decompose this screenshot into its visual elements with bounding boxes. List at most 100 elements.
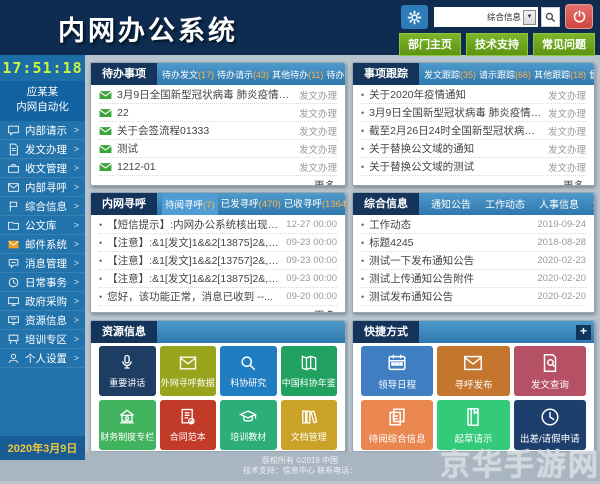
nav-faq-button[interactable]: 常见问题 <box>533 33 595 56</box>
comment-icon <box>7 124 20 137</box>
tile-contract-template[interactable]: 合同范本 <box>160 400 217 450</box>
add-shortcut-button[interactable]: + <box>576 325 591 340</box>
search-button[interactable] <box>541 7 560 27</box>
panel-resources: 资源信息 重要讲话 外网寻呼数据 科协研究 中国科协年鉴 财务制度专栏 合同范本 <box>90 320 346 452</box>
sidebar-item-resource-info[interactable]: 资源信息 > <box>0 311 85 330</box>
tab-todo-supervise[interactable]: 待办督办(1) <box>326 68 345 81</box>
tab-track-request[interactable]: 请示跟踪(66) <box>479 68 531 81</box>
tile-external-paging-data[interactable]: 外网寻呼数据 <box>160 346 217 396</box>
sidebar-item-gov-procurement[interactable]: 政府采购 > <box>0 292 85 311</box>
list-item[interactable]: 测试上传通知公告附件 2020-02-20 <box>361 270 586 288</box>
list-item[interactable]: 【注意】:&1[发文]1&&2[13875]2&,流程... 09-23 00:… <box>99 234 337 252</box>
item-category: 发文办理 <box>548 142 586 156</box>
watermark: 京华手游网 <box>440 440 600 484</box>
nav-tech-support-button[interactable]: 技术支持 <box>466 33 528 56</box>
item-category: 发文办理 <box>548 160 586 174</box>
nav-dept-home-button[interactable]: 部门主页 <box>399 33 461 56</box>
sidebar-item-personal-settings[interactable]: 个人设置 > <box>0 349 85 368</box>
docs-icon <box>386 406 408 428</box>
list-item[interactable]: 【注意】:&1[发文]1&&2[13875]2&,流程... 09-23 00:… <box>99 270 337 288</box>
logout-button[interactable] <box>565 4 593 29</box>
user-dept: 内网自动化 <box>0 100 85 115</box>
tile-doc-query[interactable]: 发文查询 <box>514 346 586 396</box>
tab-track-supervise[interactable]: 督办跟踪(2) <box>589 68 594 81</box>
item-title: 3月9日全国新型冠状病毒 肺炎疫情最... <box>117 87 293 102</box>
list-item[interactable]: 标题4245 2018-08-28 <box>361 234 586 252</box>
item-time: 09-23 00:00 <box>286 273 337 284</box>
list-item[interactable]: 【注意】:&1[发文]1&&2[13757]2&,流程... 09-23 00:… <box>99 252 337 270</box>
tile-paging-publish[interactable]: 寻呼发布 <box>437 346 509 396</box>
search-input[interactable] <box>436 9 487 25</box>
graduation-icon <box>238 407 258 427</box>
more-link[interactable]: 更多 <box>91 306 345 313</box>
tile-research[interactable]: 科协研究 <box>220 346 277 396</box>
settings-button[interactable] <box>401 5 428 29</box>
list-item[interactable]: 测试发布通知公告 2020-02-20 <box>361 288 586 306</box>
tab-info-hr[interactable]: 人事信息 <box>539 196 579 211</box>
tab-page-received[interactable]: 已收寻呼(1364) <box>284 196 345 210</box>
list-item[interactable]: 关于2020年疫情通知 发文办理 <box>361 86 586 104</box>
user-name: 应某某 <box>0 85 85 100</box>
tab-todo-send[interactable]: 待办发文(17) <box>162 68 214 81</box>
list-item[interactable]: 您好，该功能正常，消息已收到 --... 09-20 00:00 <box>99 288 337 306</box>
tab-todo-other[interactable]: 其他待办(11) <box>272 68 323 81</box>
chevron-right-icon: > <box>74 353 79 363</box>
sidebar-item-daily-affairs[interactable]: 日常事务 > <box>0 273 85 292</box>
sidebar-item-paging[interactable]: 内部寻呼 > <box>0 178 85 197</box>
item-category: 发文办理 <box>548 106 586 120</box>
tile-important-speeches[interactable]: 重要讲话 <box>99 346 156 396</box>
panel-shortcuts-header: 快捷方式 + <box>353 321 594 343</box>
tab-track-other[interactable]: 其他跟踪(18) <box>534 68 586 81</box>
tile-unread-info[interactable]: 待阅综合信息 <box>361 400 433 450</box>
list-item[interactable]: 关于替换公文域的通知 发文办理 <box>361 140 586 158</box>
list-item[interactable]: 截至2月26日24时全国新型冠状病毒 肺... 发文办理 <box>361 122 586 140</box>
sidebar-item-general-info[interactable]: 综合信息 > <box>0 197 85 216</box>
computer-icon <box>7 295 20 308</box>
search-category-select[interactable]: 综合信息 <box>487 11 521 23</box>
sidebar-item-mail-system[interactable]: 邮件系统 > <box>0 235 85 254</box>
list-item[interactable]: 【短信提示】:内网办公系统核出现短信发... 12-27 00:00 <box>99 216 337 234</box>
sidebar-item-training-zone[interactable]: 培训专区 > <box>0 330 85 349</box>
item-category: 发文办理 <box>299 124 337 138</box>
tab-todo-request[interactable]: 待办请示(43) <box>217 68 269 81</box>
item-title: 【注意】:&1[发文]1&&2[13757]2&,流程... <box>107 253 280 268</box>
item-title: 测试 <box>117 141 293 156</box>
chevron-right-icon: > <box>74 201 79 211</box>
tile-training-materials[interactable]: 培训教材 <box>220 400 277 450</box>
tile-finance-rules[interactable]: 财务制度专栏 <box>99 400 156 450</box>
contract-icon <box>178 407 198 427</box>
sidebar-item-doc-send[interactable]: 发文办理 > <box>0 140 85 159</box>
chevron-down-icon[interactable]: ▼ <box>523 10 536 25</box>
sidebar-item-internal-request[interactable]: 内部请示 > <box>0 121 85 140</box>
list-item[interactable]: 关于会签流程01333 发文办理 <box>99 122 337 140</box>
folder-icon <box>7 219 20 232</box>
list-item[interactable]: 1212-01 发文办理 <box>99 158 337 176</box>
tab-page-sent[interactable]: 已发寻呼(470) <box>221 196 281 210</box>
tile-doc-management[interactable]: 文档管理 <box>281 400 338 450</box>
list-item[interactable]: 测试 发文办理 <box>99 140 337 158</box>
tab-page-unread[interactable]: 待阅寻呼(7) <box>162 194 218 215</box>
list-item[interactable]: 3月9日全国新型冠状病毒 肺炎疫情最... 发文办理 <box>361 104 586 122</box>
tab-info-party[interactable]: 党建园地 <box>593 196 594 211</box>
list-item[interactable]: 关于替换公文域的测试 发文办理 <box>361 158 586 176</box>
item-title: 关于会签流程01333 <box>117 123 293 138</box>
list-item[interactable]: 工作动态 2019-09-24 <box>361 216 586 234</box>
chevron-right-icon: > <box>74 182 79 192</box>
tab-info-work[interactable]: 工作动态 <box>485 196 525 211</box>
more-link[interactable]: 更多 <box>353 176 594 186</box>
list-item[interactable]: 测试一下发布通知公告 2020-02-23 <box>361 252 586 270</box>
sidebar-item-messages[interactable]: 消息管理 > <box>0 254 85 273</box>
list-item[interactable]: 3月9日全国新型冠状病毒 肺炎疫情最... 发文办理 <box>99 86 337 104</box>
item-category: 发文办理 <box>299 106 337 120</box>
sidebar-item-doc-receive[interactable]: 收文管理 > <box>0 159 85 178</box>
tile-leader-schedule[interactable]: 领导日程 <box>361 346 433 396</box>
item-category: 发文办理 <box>299 160 337 174</box>
tab-track-send[interactable]: 发文跟踪(35) <box>424 68 476 81</box>
tab-info-notices[interactable]: 通知公告 <box>431 196 471 211</box>
chevron-right-icon: > <box>74 239 79 249</box>
list-item[interactable]: 22 发文办理 <box>99 104 337 122</box>
more-link[interactable]: 更多 <box>91 176 345 186</box>
tile-yearbook[interactable]: 中国科协年鉴 <box>281 346 338 396</box>
panel-tabs: 待阅寻呼(7) 已发寻呼(470) 已收寻呼(1364) <box>157 194 345 215</box>
sidebar-item-doc-library[interactable]: 公文库 > <box>0 216 85 235</box>
